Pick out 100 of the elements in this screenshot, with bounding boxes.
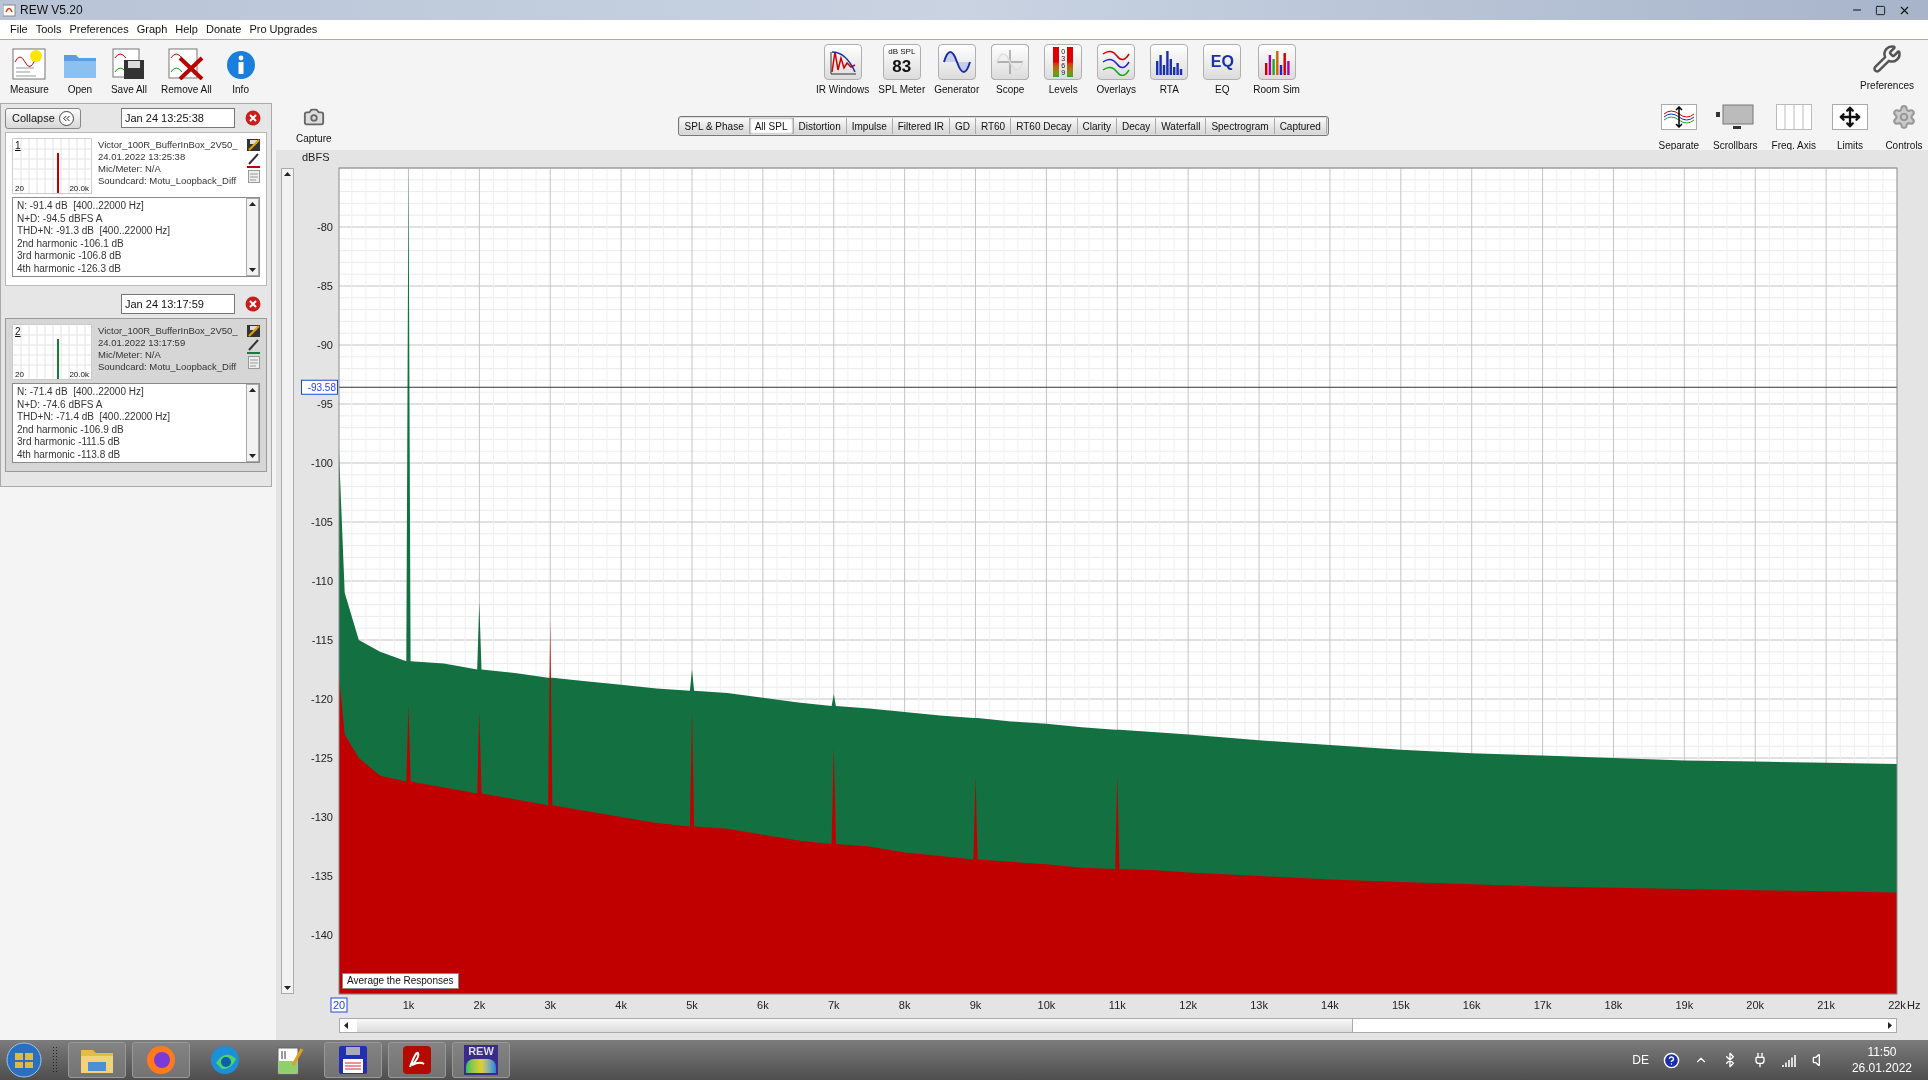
result-line: 3rd harmonic -111.5 dB: [17, 436, 122, 449]
menu-item[interactable]: Donate: [205, 21, 242, 38]
grid-columns-icon: [1775, 104, 1812, 130]
tool-button[interactable]: RTA: [1147, 44, 1192, 97]
graph-tab[interactable]: All SPL: [749, 118, 794, 134]
toolbar-button[interactable]: Remove All: [161, 48, 212, 97]
menu-item[interactable]: Graph: [136, 21, 168, 38]
help-icon[interactable]: [1662, 1051, 1680, 1069]
x-tick-label: 8k: [898, 999, 911, 1011]
capture-button[interactable]: Capture: [296, 106, 332, 146]
graph-tab[interactable]: Captured: [1274, 118, 1327, 134]
soundcard-info: Soundcard: Motu_Loopback_Diff: [98, 175, 238, 187]
taskbar-app-button[interactable]: [388, 1042, 446, 1078]
y-tick-label: -120: [310, 693, 333, 705]
graph-tab[interactable]: Impulse: [846, 118, 893, 134]
remove-measurement-icon[interactable]: [245, 296, 261, 312]
result-line: 4th harmonic -113.8 dB: [17, 448, 122, 461]
y-tick-label: -140: [310, 929, 333, 941]
toolbar-button[interactable]: Open: [62, 50, 97, 97]
measurement-card[interactable]: [5, 318, 267, 472]
measurement-timestamp: 24.01.2022 13:17:59: [98, 337, 187, 349]
taskbar-app-button[interactable]: REW: [452, 1042, 510, 1078]
save-all-icon: [111, 48, 146, 80]
maximize-icon[interactable]: [1875, 4, 1886, 16]
x-tick-label: 1k: [402, 999, 415, 1011]
tool-button[interactable]: Overlays: [1094, 44, 1139, 97]
tool-button[interactable]: EQ EQ: [1200, 44, 1245, 97]
graph-tab[interactable]: Clarity: [1077, 118, 1117, 134]
x-tick-label: 15k: [1391, 999, 1410, 1011]
clock-date[interactable]: 26.01.2022: [1851, 1060, 1912, 1076]
axis-max-label: 20.0k: [69, 370, 89, 379]
menu-item[interactable]: Preferences: [69, 21, 129, 38]
menu-item[interactable]: Pro Upgrades: [249, 21, 318, 38]
y-tick-label: -100: [310, 457, 333, 469]
limits-arrows-icon: [1832, 104, 1868, 130]
remove-measurement-icon[interactable]: [245, 110, 261, 126]
notes-icon[interactable]: [247, 170, 260, 183]
graph-tab[interactable]: SPL & Phase: [679, 118, 750, 134]
graph-tab[interactable]: RT60 Decay: [1011, 118, 1078, 134]
tool-button[interactable]: dB SPL 83 SPL Meter: [878, 44, 926, 97]
x-tick-label: 6k: [757, 999, 769, 1011]
tool-button[interactable]: Room Sim: [1253, 44, 1300, 97]
graph-option-button[interactable]: Scrollbars: [1713, 104, 1758, 153]
menu-item[interactable]: File: [10, 21, 28, 38]
wrench-icon: [1872, 44, 1903, 74]
measurement-name-field[interactable]: Jan 24 13:25:38: [121, 108, 235, 128]
x-tick-label[interactable]: 20: [330, 997, 348, 1013]
pdf-document-icon: [402, 1045, 432, 1075]
vertical-scrollbar[interactable]: [246, 384, 259, 462]
oscilloscope-icon: [991, 44, 1030, 80]
toolbar-button[interactable]: Measure: [10, 48, 49, 97]
measure-graph-icon: [12, 48, 47, 80]
signal-bars-icon[interactable]: [1781, 1053, 1798, 1067]
graph-tab[interactable]: Waterfall: [1156, 118, 1207, 134]
menu-item[interactable]: Tools: [35, 21, 62, 38]
toolbar-button[interactable]: Save All: [110, 48, 148, 97]
save-edit-icon[interactable]: [247, 324, 260, 337]
y-tick-label: -95: [317, 398, 333, 410]
graph-tab[interactable]: RT60: [975, 118, 1012, 134]
x-tick-label: 3k: [544, 999, 557, 1011]
x-tick-label: 11k: [1108, 999, 1126, 1011]
start-orb-icon[interactable]: [6, 1042, 42, 1078]
x-tick-label: 19k: [1675, 999, 1694, 1011]
result-line: N+D: -74.6 dBFS A: [17, 398, 104, 411]
y-tick-label: -90: [317, 339, 333, 351]
cursor-value-label[interactable]: -93.58: [301, 379, 338, 395]
result-line: 2nd harmonic -106.1 dB: [17, 237, 125, 250]
menu-item[interactable]: Help: [175, 21, 198, 38]
clock-time[interactable]: 11:50: [1867, 1044, 1897, 1060]
graph-tab[interactable]: Distortion: [793, 118, 847, 134]
average-responses-button[interactable]: Average the Responses: [342, 973, 459, 989]
graph-tab[interactable]: Filtered IR: [892, 118, 950, 134]
window-title: REW V5.20: [20, 2, 83, 19]
language-indicator[interactable]: DE: [1632, 1051, 1649, 1069]
result-line: THD+N: -91.3 dB [400..22000 Hz]: [17, 225, 172, 238]
graph-tab[interactable]: GD: [949, 118, 976, 134]
save-edit-icon[interactable]: [247, 138, 260, 151]
tool-button[interactable]: Scope: [988, 44, 1033, 97]
x-tick-label: 13k: [1250, 999, 1268, 1011]
result-line: N+D: -94.5 dBFS A: [17, 212, 104, 225]
tool-button[interactable]: IR Windows: [816, 44, 870, 97]
horizontal-scrollbar[interactable]: [339, 1018, 1897, 1033]
graph-tab[interactable]: Spectrogram: [1206, 118, 1275, 134]
measurement-number: 1: [15, 139, 21, 153]
pen-icon[interactable]: [247, 339, 260, 354]
pen-icon[interactable]: [247, 153, 260, 168]
toolbar-button[interactable]: Info: [225, 50, 256, 97]
collapse-button[interactable]: Collapse: [5, 107, 81, 129]
graph-tab[interactable]: Decay: [1116, 118, 1157, 134]
measurement-card[interactable]: [5, 132, 267, 286]
axis-min-label: 20: [15, 184, 24, 193]
taskbar-app-button[interactable]: [324, 1042, 382, 1078]
x-tick-label: 18k: [1604, 999, 1623, 1011]
vertical-scrollbar[interactable]: [281, 168, 294, 994]
preferences-button[interactable]: Preferences: [1860, 44, 1914, 93]
x-tick-label: 22k: [1888, 999, 1906, 1011]
tool-button[interactable]: Generator: [934, 44, 980, 97]
measurement-name-field[interactable]: Jan 24 13:17:59: [121, 294, 235, 314]
vertical-scrollbar[interactable]: [246, 198, 259, 276]
measurement-number: 2: [15, 325, 21, 339]
